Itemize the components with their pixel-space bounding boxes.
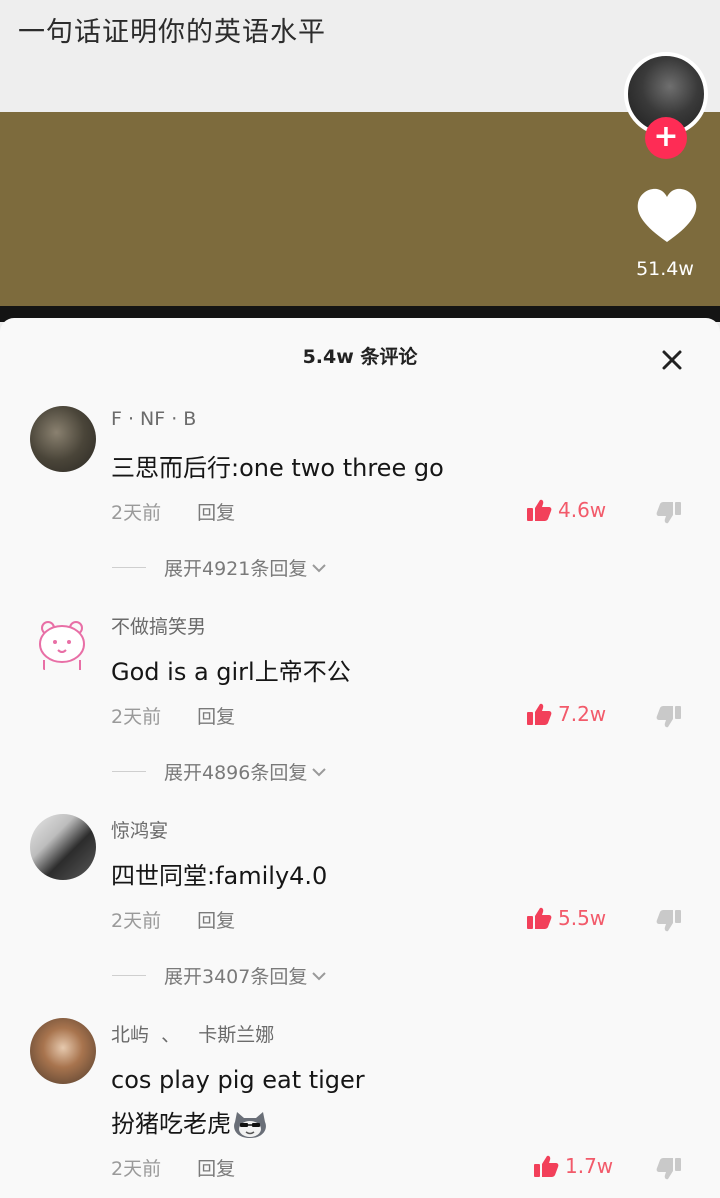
divider (112, 975, 146, 976)
comment-time: 2天前 (111, 910, 162, 932)
chevron-down-icon (312, 971, 327, 980)
video-title-bar: 一句话证明你的英语水平 (0, 0, 720, 112)
like-count: 7.2w (558, 702, 607, 726)
like-count: 1.7w (565, 1154, 614, 1178)
comment-text: God is a girl上帝不公 (111, 658, 351, 686)
comment-username[interactable]: 惊鸿宴 (111, 816, 168, 843)
comment-text: cos play pig eat tiger 扮猪吃老虎 (111, 1058, 365, 1146)
like-count: 4.6w (558, 498, 607, 522)
avatar[interactable] (30, 1018, 96, 1084)
thumbs-down-icon[interactable] (656, 1157, 682, 1181)
thumbs-down-icon[interactable] (656, 705, 682, 729)
thumbs-up-icon (534, 1155, 559, 1177)
avatar[interactable] (30, 406, 96, 472)
close-icon[interactable] (658, 346, 686, 374)
comment-username[interactable]: 北屿 、 卡斯兰娜 (111, 1020, 274, 1047)
divider (112, 567, 146, 568)
pink-bear-icon (39, 621, 85, 670)
thumbs-down-icon[interactable] (656, 909, 682, 933)
chevron-down-icon (312, 563, 327, 572)
comment-meta: 2天前 回复 (111, 906, 235, 933)
comment-time: 2天前 (111, 706, 162, 728)
comment-count-title: 5.4w 条评论 (302, 346, 418, 368)
video-like-count: 51.4w (636, 258, 694, 280)
comment-text-line: 扮猪吃老虎 (111, 1102, 365, 1146)
comment-text-line: cos play pig eat tiger (111, 1066, 365, 1094)
cat-emoji-icon (234, 1112, 266, 1138)
comment-meta: 2天前 回复 (111, 1154, 235, 1181)
like-button[interactable]: 4.6w (526, 498, 606, 522)
thumbs-up-icon (527, 499, 552, 521)
divider (112, 771, 146, 772)
like-count: 5.5w (558, 906, 607, 930)
chevron-down-icon (312, 767, 327, 776)
comment-text-line-2: 扮猪吃老虎 (111, 1110, 231, 1138)
comment-sheet: 5.4w 条评论 F · NF · B 三思而后行:one two three … (0, 318, 720, 1198)
reply-button[interactable]: 回复 (197, 706, 235, 728)
reply-button[interactable]: 回复 (197, 1158, 235, 1180)
thumbs-down-icon[interactable] (656, 501, 682, 525)
comment-meta: 2天前 回复 (111, 498, 235, 525)
reply-button[interactable]: 回复 (197, 502, 235, 524)
reply-button[interactable]: 回复 (197, 910, 235, 932)
comment-text: 四世同堂:family4.0 (111, 862, 328, 890)
heart-icon[interactable] (636, 188, 698, 244)
comment-text: 三思而后行:one two three go (111, 454, 444, 482)
avatar[interactable] (30, 814, 96, 880)
expand-replies-label: 展开3407条回复 (164, 966, 308, 988)
expand-replies[interactable]: 展开4921条回复 (112, 554, 327, 581)
expand-replies[interactable]: 展开4896条回复 (112, 758, 327, 785)
comment-username[interactable]: F · NF · B (111, 408, 196, 430)
comment-time: 2天前 (111, 1158, 162, 1180)
video-player[interactable] (0, 112, 720, 322)
follow-button[interactable]: + (645, 117, 687, 159)
like-button[interactable]: 5.5w (526, 906, 606, 930)
comment-username[interactable]: 不做搞笑男 (111, 612, 206, 639)
expand-replies[interactable]: 展开3407条回复 (112, 962, 327, 989)
avatar[interactable] (30, 610, 96, 676)
video-title: 一句话证明你的英语水平 (18, 17, 326, 48)
expand-replies-label: 展开4921条回复 (164, 558, 308, 580)
like-button[interactable]: 1.7w (533, 1154, 613, 1178)
thumbs-up-icon (527, 703, 552, 725)
expand-replies-label: 展开4896条回复 (164, 762, 308, 784)
thumbs-up-icon (527, 907, 552, 929)
comment-time: 2天前 (111, 502, 162, 524)
comment-meta: 2天前 回复 (111, 702, 235, 729)
like-button[interactable]: 7.2w (526, 702, 606, 726)
